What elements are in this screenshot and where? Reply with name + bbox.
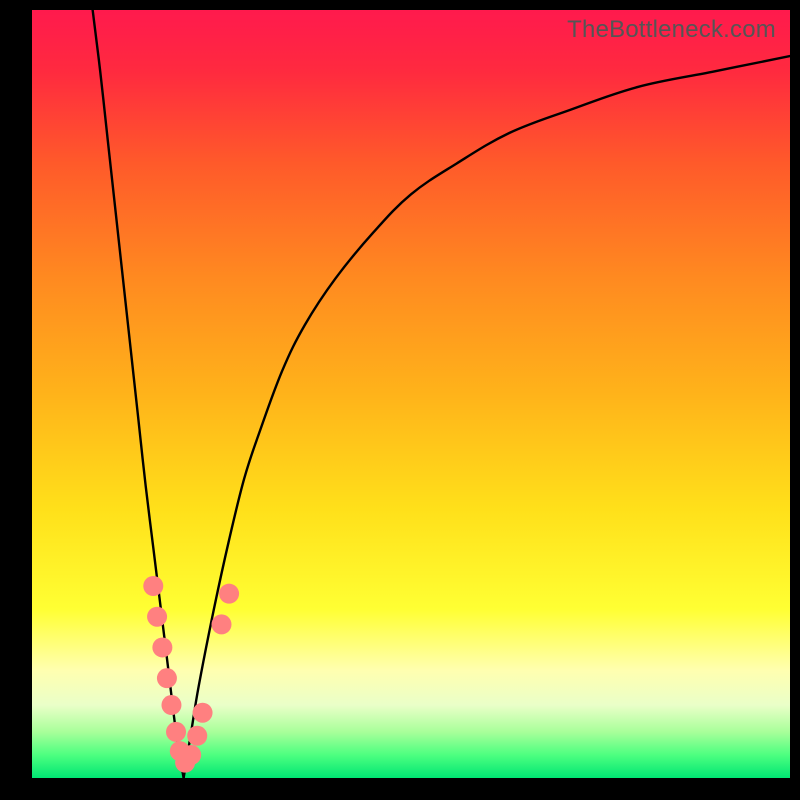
marker-point [181, 745, 201, 765]
curve-left-branch [93, 10, 184, 778]
marker-point [157, 668, 177, 688]
marker-point [147, 607, 167, 627]
curve-right-branch [184, 56, 790, 778]
plot-area: TheBottleneck.com [32, 10, 790, 778]
curve-layer [32, 10, 790, 778]
marker-point [166, 722, 186, 742]
marker-point [193, 703, 213, 723]
marker-point [143, 576, 163, 596]
marker-point [161, 695, 181, 715]
marker-point [212, 614, 232, 634]
watermark-text: TheBottleneck.com [567, 16, 776, 44]
marker-point [219, 584, 239, 604]
marker-point [152, 637, 172, 657]
marker-point [187, 726, 207, 746]
